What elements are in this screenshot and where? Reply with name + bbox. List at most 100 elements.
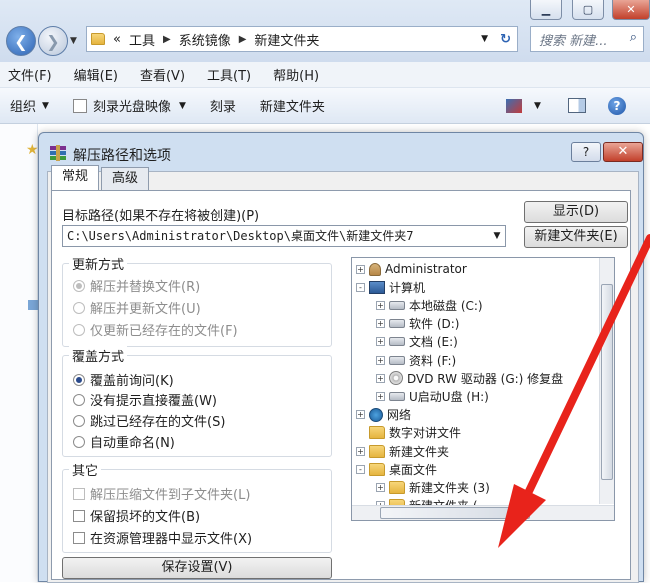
forward-arrow-icon: ❯	[46, 31, 60, 51]
extract-to-subfolder-checkbox[interactable]: 解压压缩文件到子文件夹(L)	[73, 484, 250, 503]
menu-edit[interactable]: 编辑(E)	[74, 65, 118, 84]
tree-node[interactable]: + U启动U盘 (H:)	[376, 387, 489, 405]
network-icon	[369, 407, 383, 422]
save-settings-button[interactable]: 保存设置(V)	[62, 557, 332, 579]
breadcrumb-item[interactable]: 工具	[125, 30, 159, 49]
burn-button[interactable]: 刻录	[210, 96, 236, 115]
show-button[interactable]: 显示(D)	[524, 201, 628, 223]
address-dropdown-icon[interactable]: ▼	[475, 34, 494, 44]
tree-node-label: Administrator	[385, 262, 467, 276]
expand-icon[interactable]: +	[376, 300, 385, 310]
expand-icon[interactable]: +	[376, 319, 385, 329]
organize-label: 组织	[10, 100, 37, 115]
update-option-replace[interactable]: 解压并替换文件(R)	[73, 276, 200, 295]
command-bar: 组织 ▼ 刻录光盘映像 ▼ 刻录 新建文件夹 ▼ ?	[0, 88, 650, 124]
explorer-close-button[interactable]: ✕	[612, 0, 650, 20]
tree-node[interactable]: + 新建文件夹	[356, 442, 449, 460]
libraries-icon[interactable]	[28, 300, 38, 310]
tree-node[interactable]: + 文档 (E:)	[376, 333, 458, 351]
maximize-button[interactable]: ▢	[572, 0, 604, 20]
tree-horizontal-scroll-thumb[interactable]	[380, 507, 530, 519]
tree-node-label: U启动U盘 (H:)	[409, 389, 489, 404]
expand-icon[interactable]: +	[356, 410, 365, 420]
folder-icon	[389, 480, 405, 494]
view-options-button[interactable]: ▼	[506, 98, 541, 113]
tree-vertical-scroll-thumb[interactable]	[601, 284, 613, 480]
tree-node[interactable]: + Administrator	[356, 260, 467, 278]
tree-node[interactable]: - 计算机	[356, 278, 425, 296]
target-path-combo[interactable]: C:\Users\Administrator\Desktop\桌面文件\新建文件…	[62, 225, 506, 247]
option-label: 没有提示直接覆盖(W)	[90, 394, 217, 409]
back-button[interactable]: ❮	[6, 26, 36, 56]
drive-icon	[389, 391, 405, 401]
search-icon[interactable]: ⌕	[630, 30, 637, 45]
dialog-help-button[interactable]: ?	[571, 142, 601, 162]
update-mode-title: 更新方式	[69, 254, 128, 273]
search-input[interactable]: 搜索 新建... ⌕	[530, 26, 644, 52]
new-folder-button[interactable]: 新建文件夹(E)	[524, 226, 628, 248]
overwrite-option-ask[interactable]: 覆盖前询问(K)	[73, 370, 174, 389]
breadcrumb-prefix[interactable]: «	[109, 32, 125, 47]
tree-horizontal-scrollbar[interactable]	[352, 505, 614, 520]
menu-view[interactable]: 查看(V)	[140, 65, 185, 84]
option-label: 覆盖前询问(K)	[90, 374, 174, 389]
history-dropdown-icon[interactable]: ▼	[70, 36, 77, 46]
new-folder-label: 新建文件夹	[259, 100, 325, 115]
menu-help[interactable]: 帮助(H)	[273, 65, 319, 84]
address-bar[interactable]: « 工具 ▶ 系统镜像 ▶ 新建文件夹 ▼ ↻	[86, 26, 518, 52]
tree-node[interactable]: + 本地磁盘 (C:)	[376, 296, 483, 314]
expand-icon[interactable]: +	[376, 337, 385, 347]
tree-vertical-scrollbar[interactable]	[599, 258, 614, 504]
keep-broken-files-checkbox[interactable]: 保留损坏的文件(B)	[73, 506, 200, 525]
preview-pane-button[interactable]	[568, 98, 586, 113]
expand-icon[interactable]: +	[376, 482, 385, 492]
view-icon	[506, 98, 522, 113]
collapse-icon[interactable]: -	[356, 282, 365, 292]
overwrite-mode-title: 覆盖方式	[69, 346, 128, 365]
radio-icon	[73, 414, 85, 427]
drive-icon	[389, 300, 405, 310]
expand-icon[interactable]: +	[376, 355, 385, 365]
tab-advanced[interactable]: 高级	[101, 167, 150, 191]
new-folder-toolbar-button[interactable]: 新建文件夹	[260, 96, 325, 115]
tree-node[interactable]: + 软件 (D:)	[376, 315, 459, 333]
help-button[interactable]: ?	[608, 96, 626, 115]
update-option-existing-only[interactable]: 仅更新已经存在的文件(F)	[73, 320, 238, 339]
breadcrumb-item[interactable]: 系统镜像	[175, 30, 235, 49]
checkbox-icon	[73, 509, 85, 522]
minimize-button[interactable]: ▁	[530, 0, 562, 20]
expand-icon[interactable]: +	[376, 373, 385, 383]
collapse-icon[interactable]: -	[356, 464, 365, 474]
dialog-close-button[interactable]: ✕	[603, 142, 643, 162]
show-in-explorer-checkbox[interactable]: 在资源管理器中显示文件(X)	[73, 528, 252, 547]
menu-tools[interactable]: 工具(T)	[207, 65, 251, 84]
menu-file[interactable]: 文件(F)	[8, 65, 52, 84]
overwrite-option-silent[interactable]: 没有提示直接覆盖(W)	[73, 390, 217, 409]
folder-tree[interactable]: + Administrator - 计算机 + 本地磁盘 (C:) + 软件 (D:) + 文档 …	[351, 257, 615, 521]
dialog-title: 解压路径和选项	[73, 148, 171, 164]
tree-node-label: 软件 (D:)	[409, 317, 460, 332]
target-path-dropdown-icon[interactable]: ▼	[489, 226, 505, 246]
drive-icon	[389, 319, 405, 329]
expand-icon[interactable]: +	[356, 264, 365, 274]
organize-button[interactable]: 组织 ▼	[10, 96, 49, 115]
tree-node[interactable]: + DVD RW 驱动器 (G:) 修复盘	[376, 369, 563, 387]
tree-node[interactable]: 数字对讲文件	[356, 424, 461, 442]
tab-general[interactable]: 常规	[51, 165, 100, 191]
tree-node[interactable]: + 资料 (F:)	[376, 351, 456, 369]
refresh-icon[interactable]: ↻	[494, 32, 517, 47]
expand-icon[interactable]: +	[376, 391, 385, 401]
breadcrumb-item[interactable]: 新建文件夹	[250, 30, 323, 49]
tree-node[interactable]: + 新建文件夹 (3)	[376, 478, 490, 496]
forward-button[interactable]: ❯	[38, 26, 68, 56]
expand-icon[interactable]: +	[356, 446, 365, 456]
overwrite-option-rename[interactable]: 自动重命名(N)	[73, 432, 175, 451]
update-option-update[interactable]: 解压并更新文件(U)	[73, 298, 201, 317]
tree-node[interactable]: - 桌面文件	[356, 460, 437, 478]
overwrite-option-skip[interactable]: 跳过已经存在的文件(S)	[73, 411, 225, 430]
breadcrumb-separator-icon[interactable]: ▶	[159, 34, 175, 45]
breadcrumb-separator-icon[interactable]: ▶	[235, 34, 251, 45]
burn-image-button[interactable]: 刻录光盘映像 ▼	[72, 96, 186, 115]
favorites-star-icon[interactable]: ★	[26, 142, 39, 158]
tree-node[interactable]: + 网络	[356, 406, 411, 424]
